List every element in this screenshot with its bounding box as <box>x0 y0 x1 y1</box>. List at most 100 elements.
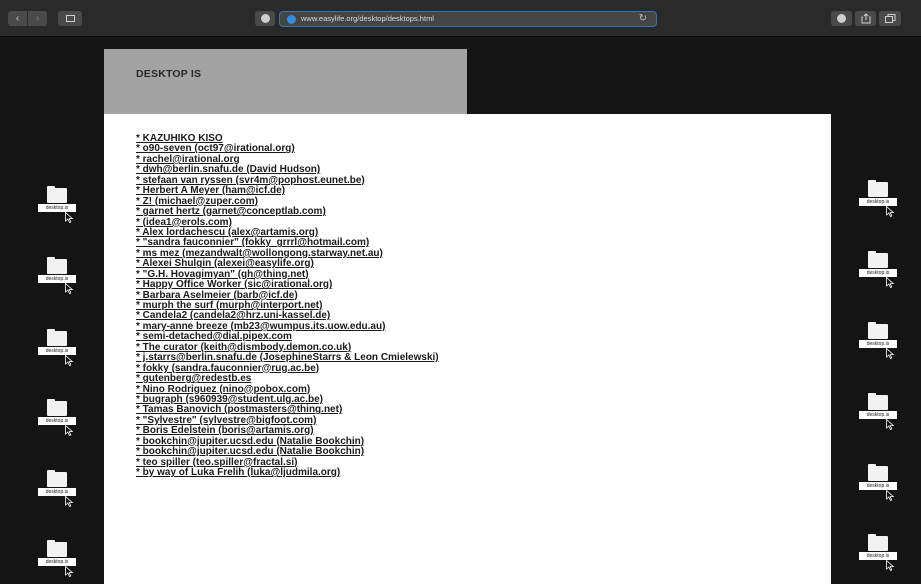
page-title: DESKTOP IS <box>136 68 202 80</box>
contributor-list: * KAZUHIKO KISO * o90-seven (oct97@iratio… <box>136 133 439 478</box>
desktop-is-icon[interactable]: desktop.is <box>859 322 899 359</box>
desktop-is-icon[interactable]: desktop.is <box>859 534 899 571</box>
tab-overview-button[interactable] <box>879 11 901 26</box>
contributor-link[interactable]: * semi-detached@dial.pipex.com <box>136 331 292 342</box>
desktop-is-icon[interactable]: desktop.is <box>859 251 899 288</box>
desktop-icon-label: desktop.is <box>859 411 897 419</box>
back-button[interactable]: ‹ <box>8 11 27 26</box>
contributor-link[interactable]: * murph the surf (murph@interport.net) <box>136 300 322 311</box>
desktop-icon-label: desktop.is <box>859 340 897 348</box>
folder-icon <box>47 186 67 203</box>
contributor-link[interactable]: * Boris Edelstein (boris@artamis.org) <box>136 425 314 436</box>
contributor-link[interactable]: * KAZUHIKO KISO <box>136 133 223 144</box>
folder-icon <box>868 251 888 268</box>
chevron-right-icon: › <box>35 13 40 24</box>
cursor-icon <box>886 560 895 571</box>
download-icon <box>837 13 846 23</box>
contributor-link[interactable]: * "Sylvestre" (sylvestre@bigfoot.com) <box>136 415 316 426</box>
contributor-link[interactable]: * bookchin@jupiter.ucsd.edu (Natalie Boo… <box>136 446 364 457</box>
desktop-is-icon[interactable]: desktop.is <box>38 470 78 507</box>
share-icon <box>861 13 870 24</box>
reload-icon[interactable]: ↻ <box>639 13 647 24</box>
cursor-icon <box>65 212 74 223</box>
contributor-link[interactable]: * The curator (keith@dismbody.demon.co.u… <box>136 342 351 353</box>
tabs-icon <box>884 13 895 23</box>
contributor-link[interactable]: * o90-seven (oct97@irational.org) <box>136 143 295 154</box>
cursor-icon <box>886 348 895 359</box>
desktop-icon-label: desktop.is <box>38 488 76 496</box>
share-button[interactable] <box>855 11 876 26</box>
desktop-icon-label: desktop.is <box>38 558 76 566</box>
folder-icon <box>47 540 67 557</box>
cursor-icon <box>65 496 74 507</box>
desktop-is-icon[interactable]: desktop.is <box>859 393 899 430</box>
contributor-link[interactable]: * "G.H. Hovagimyan" (gh@thing.net) <box>136 269 309 280</box>
address-bar[interactable]: www.easylife.org/desktop/desktops.html ↻ <box>279 11 657 27</box>
cursor-icon <box>886 206 895 217</box>
contributor-link[interactable]: * mary-anne breeze (mb23@wumpus.its.uow.… <box>136 321 385 332</box>
desktop-icon-label: desktop.is <box>38 275 76 283</box>
desktop-is-icon[interactable]: desktop.is <box>38 399 78 436</box>
sidebar-toggle-button[interactable] <box>58 11 82 26</box>
folder-icon <box>47 399 67 416</box>
contributor-link[interactable]: * Alexei Shulgin (alexei@easylife.org) <box>136 258 314 269</box>
desktop-icon-label: desktop.is <box>859 269 897 277</box>
contributor-link[interactable]: * fokky (sandra.fauconnier@rug.ac.be) <box>136 363 319 374</box>
contributor-link[interactable]: * bookchin@jupiter.ucsd.edu (Natalie Boo… <box>136 436 364 447</box>
desktop-is-icon[interactable]: desktop.is <box>38 257 78 294</box>
sidebar-icon <box>65 14 75 22</box>
folder-icon <box>47 470 67 487</box>
folder-icon <box>868 322 888 339</box>
contributor-link[interactable]: * dwh@berlin.snafu.de (David Hudson) <box>136 164 320 175</box>
desktop-is-icon[interactable]: desktop.is <box>859 180 899 217</box>
contributor-link[interactable]: * Tamas Banovich (postmasters@thing.net) <box>136 404 342 415</box>
contributor-link[interactable]: * gutenberg@redestb.es <box>136 373 251 384</box>
desktop-is-icon[interactable]: desktop.is <box>38 186 78 223</box>
contributor-link[interactable]: * stefaan van ryssen (svr4m@pophost.eune… <box>136 175 365 186</box>
browser-toolbar: ‹ › www.easylife.org/desktop/desktops.ht… <box>0 0 921 37</box>
contributor-link[interactable]: * Barbara Aselmeier (barb@icf.de) <box>136 290 298 301</box>
desktop-is-icon[interactable]: desktop.is <box>38 540 78 577</box>
privacy-report-button[interactable] <box>255 11 275 26</box>
page-header: DESKTOP IS <box>104 49 467 114</box>
downloads-button[interactable] <box>831 11 852 26</box>
contributor-link[interactable]: * teo spiller (teo.spiller@fractal.si) <box>136 457 297 468</box>
contributor-link[interactable]: * Candela2 (candela2@hrz.uni-kassel.de) <box>136 310 330 321</box>
contributor-link[interactable]: * Z! (michael@zuper.com) <box>136 196 258 207</box>
cursor-icon <box>65 283 74 294</box>
globe-icon <box>287 15 296 24</box>
contributor-link[interactable]: * by way of Luka Frelih (luka@ljudmila.o… <box>136 467 340 478</box>
contributor-link[interactable]: * Herbert A Meyer (ham@icf.de) <box>136 185 285 196</box>
desktop-icon-label: desktop.is <box>859 482 897 490</box>
folder-icon <box>47 329 67 346</box>
contributor-link[interactable]: * j.starrs@berlin.snafu.de (JosephineSta… <box>136 352 439 363</box>
contributor-link[interactable]: * Happy Office Worker (sic@irational.org… <box>136 279 332 290</box>
contributor-link[interactable]: * bugraph (s960939@student.ulg.ac.be) <box>136 394 323 405</box>
cursor-icon <box>886 277 895 288</box>
shield-icon <box>260 13 270 23</box>
contributor-link[interactable]: * Nino Rodriguez (nino@pobox.com) <box>136 384 310 395</box>
contributor-link[interactable]: * rachel@irational.org <box>136 154 240 165</box>
desktop-icon-label: desktop.is <box>859 198 897 206</box>
folder-icon <box>47 257 67 274</box>
forward-button[interactable]: › <box>28 11 47 26</box>
desktop-is-icon[interactable]: desktop.is <box>38 329 78 366</box>
cursor-icon <box>65 566 74 577</box>
cursor-icon <box>886 490 895 501</box>
desktop-icon-label: desktop.is <box>38 417 76 425</box>
desktop-icon-label: desktop.is <box>859 552 897 560</box>
contributor-link[interactable]: * garnet hertz (garnet@conceptlab.com) <box>136 206 326 217</box>
folder-icon <box>868 393 888 410</box>
contributor-link[interactable]: * Alex lordachescu (alex@artamis.org) <box>136 227 318 238</box>
desktop-icon-label: desktop.is <box>38 204 76 212</box>
folder-icon <box>868 534 888 551</box>
folder-icon <box>868 464 888 481</box>
desktop-is-icon[interactable]: desktop.is <box>859 464 899 501</box>
contributor-link[interactable]: * ms mez (mezandwalt@wollongong.starway.… <box>136 248 383 259</box>
cursor-icon <box>886 419 895 430</box>
content-panel: * KAZUHIKO KISO * o90-seven (oct97@iratio… <box>104 114 831 584</box>
cursor-icon <box>65 355 74 366</box>
contributor-link[interactable]: * "sandra fauconnier" (fokky_grrrl@hotma… <box>136 237 369 248</box>
cursor-icon <box>65 425 74 436</box>
contributor-link[interactable]: * (idea1@erols.com) <box>136 217 232 228</box>
